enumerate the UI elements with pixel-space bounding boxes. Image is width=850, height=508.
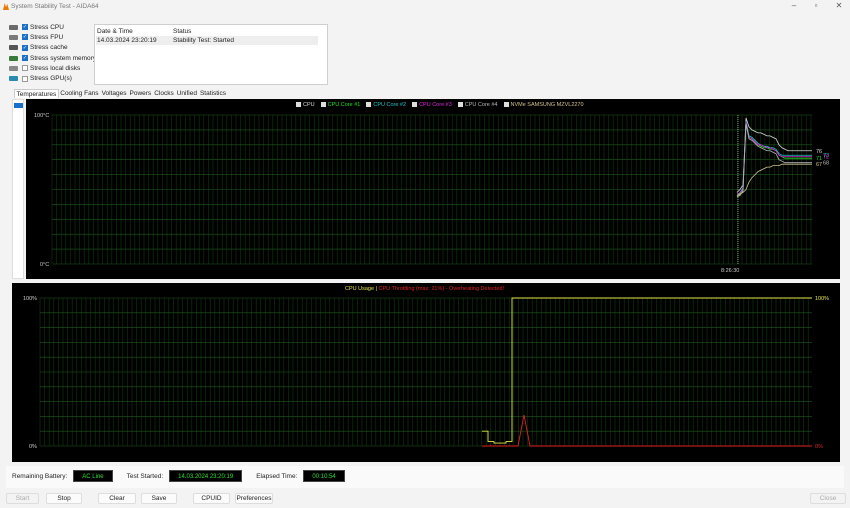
gpu-icon [9, 76, 18, 82]
elapsed-time-label: Elapsed Time: [256, 472, 298, 480]
test-started-label: Test Started: [126, 472, 164, 480]
scroll-indicator[interactable] [14, 103, 23, 108]
battery-label: Remaining Battery: [12, 472, 68, 480]
column-header-datetime: Date & Time [97, 28, 133, 35]
cpu-usage-plot: 100% 0% 100% 0% [23, 296, 829, 450]
tab-voltages[interactable]: Voltages [100, 89, 128, 98]
close-button[interactable]: Close [810, 493, 846, 504]
cpu-throttling-end-label: 0% [815, 444, 823, 450]
tab-statistics[interactable]: Statistics [198, 89, 227, 98]
status-row: Remaining Battery: AC Line Test Started:… [12, 470, 345, 482]
stress-option[interactable]: Stress GPU(s) [9, 73, 96, 83]
title-bar [0, 0, 850, 13]
series-end-label: 67 [816, 162, 822, 168]
close-window-button[interactable]: ✕ [829, 1, 849, 11]
stress-option-label: Stress cache [30, 44, 68, 52]
stress-option-label: Stress FPU [30, 33, 64, 41]
memory-icon [9, 55, 18, 61]
preferences-button[interactable]: Preferences [235, 493, 273, 504]
stress-option-label: Stress GPU(s) [30, 75, 72, 83]
column-header-status: Status [173, 28, 192, 35]
minimize-button[interactable]: – [784, 1, 804, 11]
checkbox[interactable]: ✓ [22, 24, 28, 31]
tab-bar: Temperatures Cooling Fans Voltages Powers Cl… [14, 89, 227, 98]
stress-option[interactable]: ✓ Stress system memory [9, 53, 96, 63]
test-started-value: 14.03.2024 23:20:19 [169, 470, 243, 482]
stress-option[interactable]: Stress local disks [9, 63, 96, 73]
save-button[interactable]: Save [141, 493, 177, 504]
log-datetime: 14.03.2024 23:20:19 [97, 37, 157, 44]
cache-icon [9, 45, 18, 51]
tab-temperatures[interactable]: Temperatures [14, 89, 59, 98]
log-table: Date & Time Status 14.03.2024 23:20:19 S… [94, 24, 328, 85]
time-label: 8:26:30 [721, 268, 739, 274]
log-status: Stability Test: Started [173, 37, 234, 44]
y-min-label: 0°C [40, 262, 49, 268]
stress-option-label: Stress CPU [30, 23, 64, 31]
series-end-label: 68 [823, 161, 829, 167]
checkbox[interactable]: ✓ [22, 44, 28, 51]
y-max-label: 100°C [34, 113, 49, 119]
checkbox[interactable] [22, 65, 28, 72]
battery-value: AC Line [73, 470, 113, 482]
clear-button[interactable]: Clear [98, 493, 136, 504]
sensor-side-panel[interactable] [12, 99, 24, 279]
temperature-plot: 100°C0°C8:26:307671 73726867 [34, 113, 829, 274]
stress-option[interactable]: ✓ Stress FPU [9, 32, 96, 42]
tab-unified[interactable]: Unified [175, 89, 198, 98]
table-row[interactable]: 14.03.2024 23:20:19 Stability Test: Star… [96, 36, 318, 45]
stop-button[interactable]: Stop [46, 493, 82, 504]
stress-option-label: Stress local disks [30, 64, 81, 72]
temperature-chart: CPU CPU Core #1 CPU Core #2 CPU Core #3 CPU … [26, 99, 840, 279]
disk-icon [9, 65, 18, 71]
window-title: System Stability Test - AIDA64 [11, 3, 99, 10]
y-min-label: 0% [29, 444, 37, 450]
cpuid-button[interactable]: CPUID [193, 493, 230, 504]
elapsed-time-value: 00:10:54 [303, 470, 345, 482]
checkbox[interactable]: ✓ [22, 34, 28, 41]
series-end-label: 76 [816, 149, 822, 155]
start-button[interactable]: Start [6, 493, 39, 504]
checkbox[interactable]: ✓ [22, 55, 28, 62]
y-max-label: 100% [23, 296, 37, 302]
tab-powers[interactable]: Powers [128, 89, 153, 98]
cpu-usage-end-label: 100% [815, 296, 829, 302]
maximize-button[interactable]: ▫ [806, 1, 826, 11]
stress-option-label: Stress system memory [30, 54, 97, 62]
cpu-usage-chart: CPU Usage | CPU Throttling (max: 21%) - … [12, 283, 840, 462]
stress-options: ✓ Stress CPU ✓ Stress FPU ✓ Stress cache ✓ Stre… [9, 22, 96, 84]
cpu-icon [9, 24, 18, 30]
tab-cooling-fans[interactable]: Cooling Fans [59, 89, 100, 98]
stress-option[interactable]: ✓ Stress CPU [9, 22, 96, 32]
tab-clocks[interactable]: Clocks [153, 89, 176, 98]
stress-option[interactable]: ✓ Stress cache [9, 43, 96, 53]
fpu-icon [9, 34, 18, 40]
checkbox[interactable] [22, 75, 28, 82]
